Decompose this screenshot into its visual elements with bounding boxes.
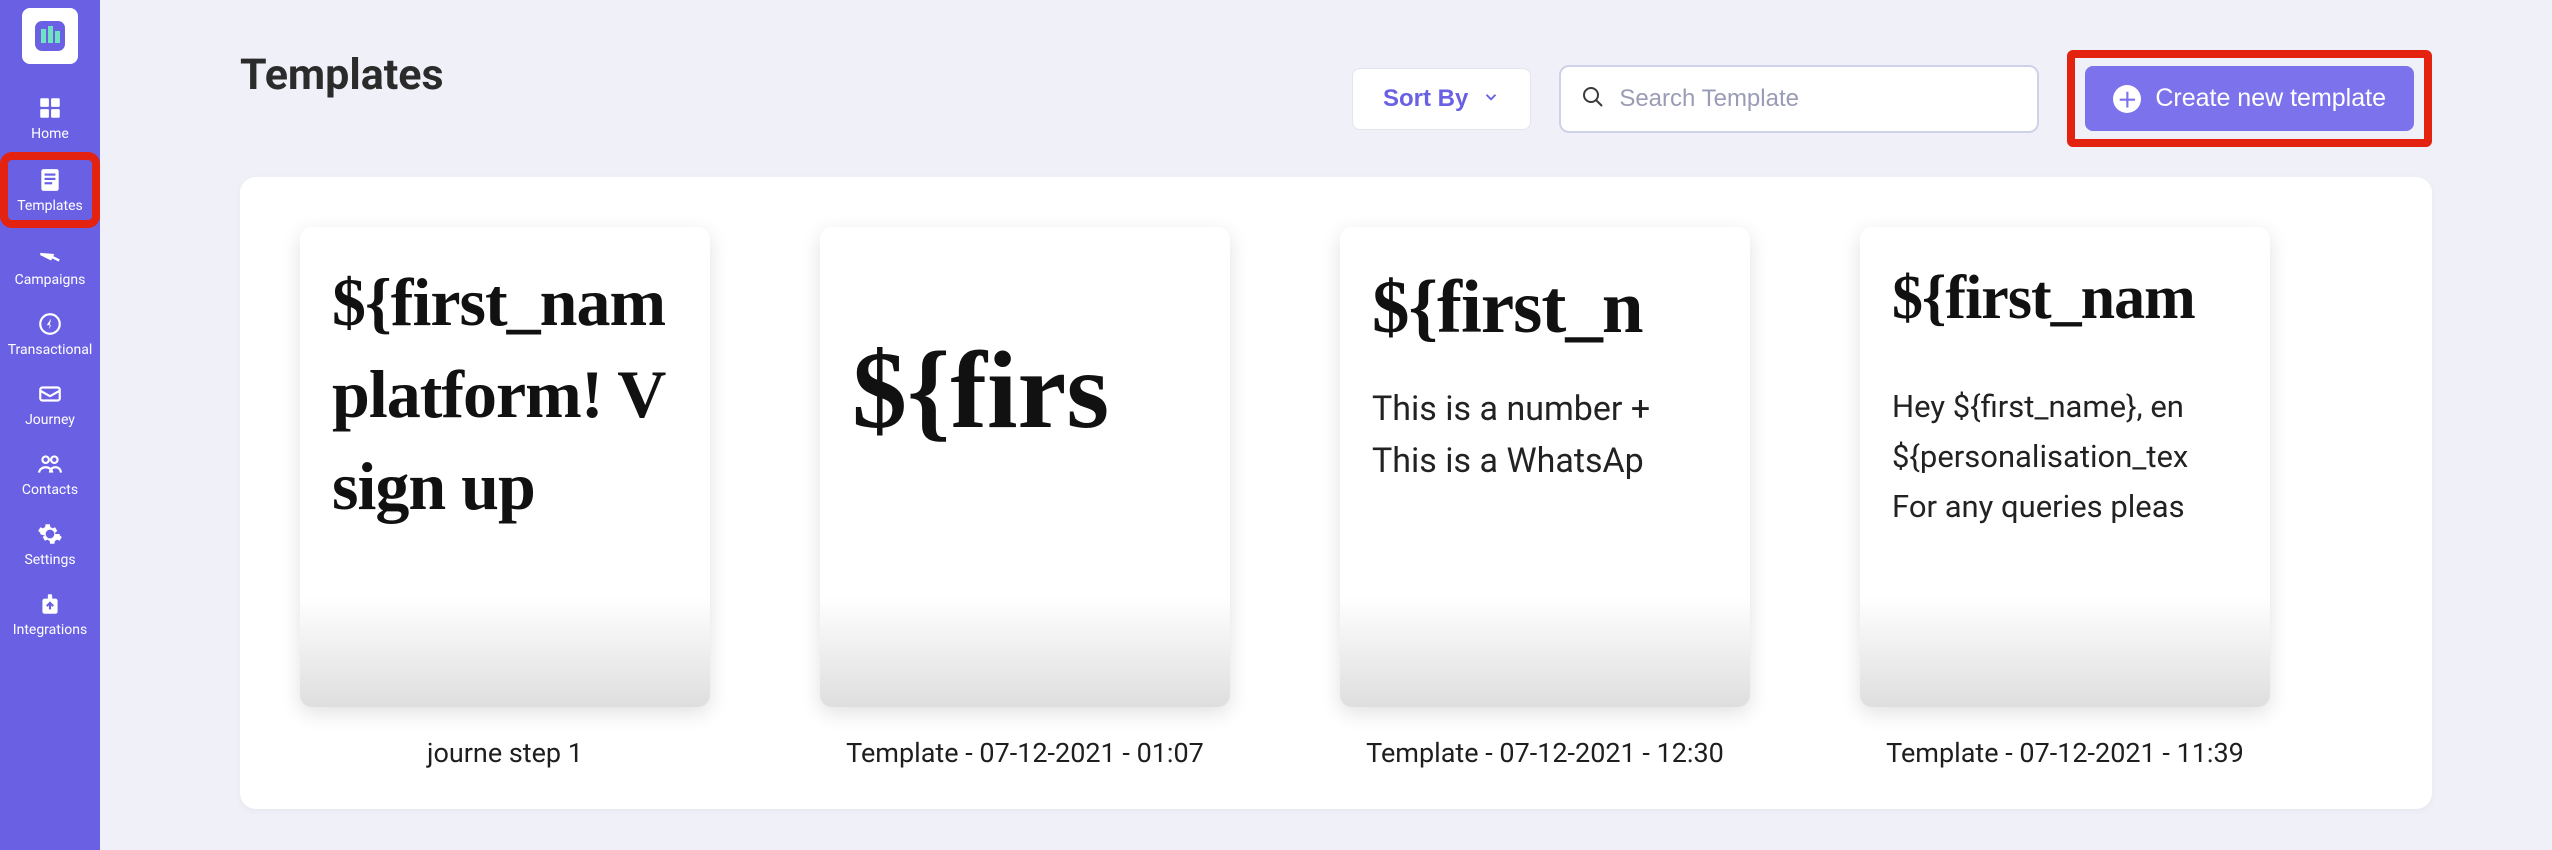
home-icon: [36, 94, 64, 122]
nav-journey-label: Journey: [25, 412, 75, 428]
template-card[interactable]: ${first_n This is a number + This is a W…: [1340, 227, 1750, 769]
template-title: Template - 07-12-2021 - 12:30: [1366, 737, 1724, 769]
nav-journey[interactable]: Journey: [0, 368, 100, 438]
nav-contacts-label: Contacts: [22, 482, 78, 498]
main-content: Templates Sort By ＋ Create new template …: [100, 0, 2552, 809]
preview-text: sign up: [332, 441, 678, 533]
template-card[interactable]: ${firs Template - 07-12-2021 - 01:07: [820, 227, 1230, 769]
campaigns-icon: [36, 240, 64, 268]
integrations-icon: [36, 590, 64, 618]
plus-icon: ＋: [2113, 85, 2141, 113]
preview-text: platform! V: [332, 349, 678, 441]
search-icon: [1581, 85, 1605, 113]
nav-home[interactable]: Home: [0, 82, 100, 152]
toolbar: Sort By ＋ Create new template: [240, 50, 2432, 147]
transactional-icon: [36, 310, 64, 338]
nav-integrations-label: Integrations: [13, 622, 87, 638]
templates-grid: ${first_nam platform! V sign up journe s…: [300, 227, 2372, 769]
preview-text: ${first_nam: [1892, 257, 2238, 341]
nav-campaigns-label: Campaigns: [15, 272, 86, 288]
nav-contacts[interactable]: Contacts: [0, 438, 100, 508]
create-button-highlight: ＋ Create new template: [2067, 50, 2432, 147]
create-new-template-button[interactable]: ＋ Create new template: [2085, 66, 2414, 131]
templates-icon: [36, 166, 64, 194]
template-thumbnail: ${first_nam Hey ${first_name}, en ${pers…: [1860, 227, 2270, 707]
search-input-wrap[interactable]: [1559, 65, 2039, 133]
template-card[interactable]: ${first_nam Hey ${first_name}, en ${pers…: [1860, 227, 2270, 769]
preview-text: This is a number +: [1372, 386, 1718, 434]
preview-text: For any queries pleas: [1892, 483, 2238, 531]
journey-icon: [36, 380, 64, 408]
template-title: Template - 07-12-2021 - 01:07: [846, 737, 1204, 769]
nav-settings-label: Settings: [24, 552, 75, 568]
template-thumbnail: ${firs: [820, 227, 1230, 707]
template-card[interactable]: ${first_nam platform! V sign up journe s…: [300, 227, 710, 769]
template-thumbnail: ${first_nam platform! V sign up: [300, 227, 710, 707]
create-button-label: Create new template: [2155, 84, 2386, 113]
nav-settings[interactable]: Settings: [0, 508, 100, 578]
preview-text: ${firs: [852, 327, 1198, 454]
preview-text: ${first_nam: [332, 257, 678, 349]
nav-home-label: Home: [31, 126, 69, 142]
contacts-icon: [36, 450, 64, 478]
app-logo[interactable]: [22, 8, 78, 64]
nav-templates[interactable]: Templates: [0, 152, 100, 228]
nav-transactional-label: Transactional: [8, 342, 93, 358]
template-thumbnail: ${first_n This is a number + This is a W…: [1340, 227, 1750, 707]
preview-text: This is a WhatsAp: [1372, 438, 1718, 486]
preview-text: Hey ${first_name}, en: [1892, 383, 2238, 431]
nav-transactional[interactable]: Transactional: [0, 298, 100, 368]
template-title: Template - 07-12-2021 - 11:39: [1886, 737, 2244, 769]
preview-text: ${first_n: [1372, 257, 1718, 358]
nav-campaigns[interactable]: Campaigns: [0, 228, 100, 298]
sidebar: Home Templates Campaigns Transactional J…: [0, 0, 100, 850]
sort-by-button[interactable]: Sort By: [1352, 68, 1531, 130]
chevron-down-icon: [1482, 85, 1500, 113]
search-input[interactable]: [1619, 85, 2017, 113]
preview-text: ${personalisation_tex: [1892, 433, 2238, 481]
nav-templates-label: Templates: [17, 198, 83, 214]
nav-integrations[interactable]: Integrations: [0, 578, 100, 648]
settings-icon: [36, 520, 64, 548]
sort-by-label: Sort By: [1383, 85, 1468, 113]
template-title: journe step 1: [427, 737, 583, 769]
templates-panel: ${first_nam platform! V sign up journe s…: [240, 177, 2432, 809]
